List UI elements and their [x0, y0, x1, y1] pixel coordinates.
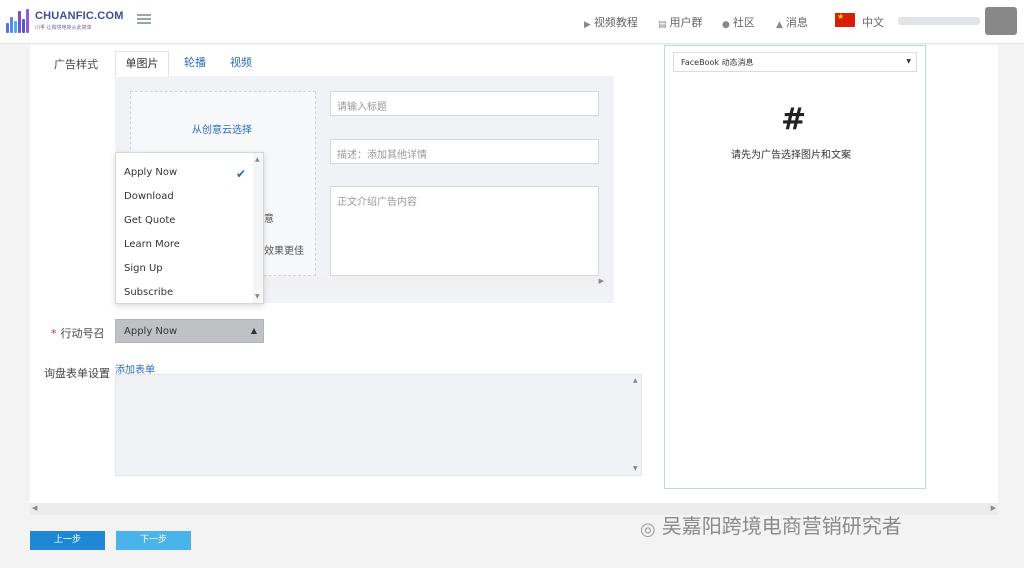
watermark: ◎ 吴嘉阳跨境电商营销研究者	[640, 510, 902, 540]
wechat-icon: ◎	[640, 519, 656, 540]
cta-option-subscribe[interactable]: Subscribe	[124, 287, 173, 298]
inquiry-form-label: 询盘表单设置	[44, 367, 110, 380]
tab-single-image[interactable]: 单图片	[115, 51, 169, 77]
cta-option-sign-up[interactable]: Sign Up	[124, 263, 163, 274]
nav-community-label: 社区	[732, 16, 755, 29]
placement-select[interactable]: FaceBook 动态消息 ▼	[673, 52, 917, 72]
nav-messages-label: 消息	[785, 16, 808, 29]
ad-style-label: 广告样式	[54, 58, 98, 71]
username-blurred[interactable]	[898, 17, 980, 25]
play-circle-icon: ▶	[584, 20, 591, 30]
cta-option-download[interactable]: Download	[124, 191, 174, 202]
caret-up-icon: ▲	[250, 326, 257, 335]
cta-label: * 行动号召	[51, 325, 105, 341]
hashtag-icon: #	[781, 102, 807, 137]
nav-video-tutorial-label: 视频教程	[593, 16, 638, 29]
nav-community[interactable]: ● 社区	[722, 14, 755, 30]
brand-logo[interactable]: CHUANFIC.COM 川孚 让跨境电商从此简单	[6, 7, 123, 35]
user-icon: ●	[722, 20, 730, 30]
cta-select-value: Apply Now	[124, 326, 178, 337]
scroll-left-icon[interactable]: ◀	[32, 504, 37, 512]
placement-select-value: FaceBook 动态消息	[681, 58, 754, 67]
cta-select[interactable]: Apply Now ▲	[115, 319, 264, 343]
upload-hint-fragment: 意	[264, 214, 274, 225]
description-input[interactable]: 描述：添加其他详情	[330, 139, 599, 164]
scroll-down-icon[interactable]: ▼	[633, 465, 638, 472]
dropdown-scrollbar[interactable]: ▲ ▼	[253, 153, 263, 303]
preview-empty-message: 请先为广告选择图片和文案	[731, 150, 851, 161]
upload-hint-fragment-2: 效果更佳	[264, 246, 304, 257]
caret-down-icon: ▼	[906, 58, 911, 65]
watermark-text: 吴嘉阳跨境电商营销研究者	[661, 514, 902, 538]
tab-carousel[interactable]: 轮播	[175, 51, 215, 77]
brand-slogan: 川孚 让跨境电商从此简单	[35, 25, 92, 31]
nav-video-tutorial[interactable]: ▶ 视频教程	[584, 14, 638, 30]
scroll-right-icon[interactable]: ▶	[599, 277, 604, 285]
cta-option-learn-more[interactable]: Learn More	[124, 239, 180, 250]
language-switch[interactable]: 中文	[862, 14, 884, 30]
top-bar: CHUANFIC.COM 川孚 让跨境电商从此简单 ▶ 视频教程 ▤ 用户群 ● 社区…	[0, 0, 1024, 44]
body-textarea[interactable]: 正文介绍广告内容	[330, 186, 599, 276]
scroll-right-icon[interactable]: ▶	[991, 504, 996, 512]
nav-user-group[interactable]: ▤ 用户群	[658, 14, 703, 30]
china-flag-icon[interactable]: ★	[835, 13, 855, 27]
form-area-scrollbar[interactable]: ▲ ▼	[631, 375, 641, 475]
next-step-button[interactable]: 下一步	[116, 531, 191, 550]
brand-name: CHUANFIC.COM	[35, 10, 124, 22]
prev-step-button[interactable]: 上一步	[30, 531, 105, 550]
hamburger-menu-icon[interactable]	[137, 14, 151, 26]
nav-messages[interactable]: ▲ 消息	[776, 14, 808, 30]
bell-icon: ▲	[776, 20, 783, 30]
tab-video[interactable]: 视频	[221, 51, 261, 77]
list-icon: ▤	[658, 20, 667, 30]
cta-option-get-quote[interactable]: Get Quote	[124, 215, 175, 226]
required-marker: *	[51, 327, 57, 340]
inquiry-form-area: ▲ ▼	[115, 374, 642, 476]
scroll-up-icon[interactable]: ▲	[633, 377, 638, 384]
checkmark-icon: ✔	[236, 167, 247, 181]
title-input[interactable]: 请输入标题	[330, 91, 599, 116]
scroll-down-icon[interactable]: ▼	[255, 293, 260, 300]
cta-option-apply-now[interactable]: Apply Now	[124, 167, 177, 178]
avatar[interactable]	[985, 7, 1017, 35]
scroll-up-icon[interactable]: ▲	[255, 156, 260, 163]
nav-user-group-label: 用户群	[669, 16, 703, 29]
logo-bars-icon	[6, 9, 32, 33]
cloud-select-link[interactable]: 从创意云选择	[192, 121, 252, 136]
cta-label-text: 行动号召	[60, 327, 105, 340]
cta-dropdown-list: Apply Now ✔ Download Get Quote Learn Mor…	[115, 152, 264, 304]
